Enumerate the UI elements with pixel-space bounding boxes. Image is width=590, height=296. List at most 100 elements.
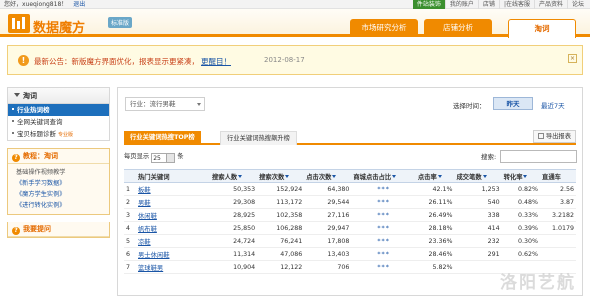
page-size: 每页显示 25 条 — [124, 152, 184, 163]
top-link-service[interactable]: |在线客服 — [498, 0, 534, 9]
help-title: ? 教程：淘词 — [8, 149, 109, 164]
col-keyword[interactable]: 热门关键词 — [136, 169, 210, 183]
table-row: 5 凉鞋 24,724 76,241 17,808 *** 23.36% 232 0.30% — [124, 234, 576, 248]
top-link-account[interactable]: 我的账户 — [444, 0, 478, 9]
announcement-text: 最新公告：新版魔方界面优化，报表显示更紧凑， 更醒目！ — [34, 56, 231, 67]
col-label: 搜索人数 — [212, 173, 238, 181]
keyword-link[interactable]: 篮球鞋男 — [138, 265, 163, 272]
col-index — [124, 169, 136, 183]
time-7days-link[interactable]: 最近7天 — [541, 100, 565, 110]
table-cell: 7 — [124, 260, 136, 274]
announcement-prefix: 最新公告： — [34, 57, 72, 66]
table-cell: 29,308 — [210, 195, 258, 209]
table-cell: 29,544 — [304, 195, 352, 209]
table-cell: 102,358 — [257, 208, 305, 222]
top-link-docs[interactable]: 产品资料 — [533, 0, 567, 9]
top-link-decorate[interactable]: 件站装饰 — [412, 0, 445, 9]
nav-tab-taoci[interactable]: 淘词 — [508, 19, 576, 38]
help-item-newbie[interactable]: 《新手学习数据》 — [16, 178, 109, 189]
logout-link[interactable]: 退出 — [73, 1, 85, 8]
table-cell: 11,314 — [210, 247, 258, 261]
close-icon[interactable]: × — [568, 54, 577, 63]
col-label: 点击次数 — [306, 173, 332, 181]
keyword-link[interactable]: 男鞋 — [138, 200, 151, 207]
table-cell: 64,380 — [304, 182, 352, 196]
table-cell: 4 — [124, 221, 136, 235]
help-item-video[interactable]: 基础操作视频教学 — [16, 167, 109, 178]
page-size-select[interactable]: 25 — [151, 153, 176, 163]
table-cell: 414 — [454, 221, 502, 235]
table-cell: 23.36% — [415, 234, 455, 248]
keyword-link[interactable]: 男士休闲鞋 — [138, 252, 169, 259]
category-select[interactable]: 行业：流行男鞋 — [125, 97, 205, 111]
export-icon — [537, 133, 544, 139]
table-cell: 106,288 — [257, 221, 305, 235]
table-cell[interactable]: 帆布鞋 — [136, 221, 210, 235]
top-link-shop[interactable]: 店铺 — [477, 0, 499, 9]
table-cell: 2 — [124, 195, 136, 209]
table-cell: 1,253 — [454, 182, 502, 196]
tab-top-keywords[interactable]: 行业关键词热搜TOP榜 — [124, 131, 201, 145]
table-cell: 28.46% — [415, 247, 455, 261]
col-ctr[interactable]: 点击率 — [415, 169, 455, 183]
table-cell: 338 — [454, 208, 502, 222]
feedback-title[interactable]: ? 我要提问 — [8, 222, 109, 237]
announcement-bar: ! 最新公告：新版魔方界面优化，报表显示更紧凑， 更醒目！ 2012-08-17 … — [7, 45, 583, 75]
sidebar-title[interactable]: 淘词 — [8, 88, 109, 104]
col-mall-click-ratio[interactable]: 商城点击占比 — [351, 169, 416, 183]
sidebar-item-keyword-query[interactable]: 全网关键词查询 — [8, 116, 109, 128]
col-search-count[interactable]: 搜索次数 — [257, 169, 305, 183]
time-label: 选择时间： — [453, 102, 486, 110]
col-label: 搜索次数 — [259, 173, 285, 181]
sort-icon — [392, 174, 397, 178]
table-row: 3 休闲鞋 28,925 102,358 27,116 *** 26.49% 338 0.33%… — [124, 208, 576, 222]
nav-tab-shop[interactable]: 店铺分析 — [424, 19, 492, 37]
table-cell: *** — [351, 195, 416, 209]
sidebar-item-hot-words[interactable]: 行业热词榜 — [8, 104, 109, 116]
keyword-link[interactable]: 凉鞋 — [138, 239, 151, 246]
table-cell: 29,947 — [304, 221, 352, 235]
sidebar-item-title-diagnosis[interactable]: 宝贝标题诊断 专业版 — [8, 128, 109, 140]
col-clicks[interactable]: 点击次数 — [304, 169, 352, 183]
keyword-link[interactable]: 板鞋 — [138, 187, 151, 194]
search-input[interactable] — [500, 150, 577, 163]
table-cell: 25,850 — [210, 221, 258, 235]
help-title-label: 教程：淘词 — [23, 152, 58, 160]
help-list: 基础操作视频教学 《新手学习数据》 《魔方学生实例》 《进行转化实例》 — [8, 164, 109, 214]
col-ztc[interactable]: 直通车 — [540, 169, 576, 183]
help-item-student[interactable]: 《魔方学生实例》 — [16, 189, 109, 200]
logo-icon[interactable] — [8, 14, 30, 33]
col-label: 转化率 — [503, 173, 523, 181]
table-cell: 26.11% — [415, 195, 455, 209]
top-link-forum[interactable]: 论坛 — [566, 0, 588, 9]
table-cell[interactable]: 板鞋 — [136, 182, 210, 196]
table-cell: 10,904 — [210, 260, 258, 274]
time-yesterday-button[interactable]: 昨天 — [493, 97, 533, 110]
logo-text[interactable]: 数据魔方 — [33, 17, 85, 36]
col-conversion[interactable]: 转化率 — [501, 169, 541, 183]
col-search-users[interactable]: 搜索人数 — [210, 169, 258, 183]
table-cell[interactable]: 篮球鞋男 — [136, 260, 210, 274]
keyword-link[interactable]: 帆布鞋 — [138, 226, 157, 233]
table-cell: 28.18% — [415, 221, 455, 235]
page-size-suffix: 条 — [177, 153, 184, 160]
keyword-link[interactable]: 休闲鞋 — [138, 213, 157, 220]
col-label: 商城点击占比 — [353, 173, 392, 181]
table-cell[interactable]: 休闲鞋 — [136, 208, 210, 222]
table-cell: 0.82% — [501, 182, 541, 196]
bullet-icon — [12, 108, 14, 110]
table-cell — [540, 247, 576, 261]
announcement-link[interactable]: 更醒目！ — [201, 57, 231, 66]
sort-icon — [332, 174, 337, 178]
table-cell[interactable]: 男鞋 — [136, 195, 210, 209]
help-item-conversion[interactable]: 《进行转化实例》 — [16, 200, 109, 211]
table-cell[interactable]: 凉鞋 — [136, 234, 210, 248]
nav-tab-market[interactable]: 市场研究分析 — [350, 19, 418, 37]
table-cell: 540 — [454, 195, 502, 209]
col-orders[interactable]: 成交笔数 — [454, 169, 502, 183]
table-cell: 42.1% — [415, 182, 455, 196]
table-cell[interactable]: 男士休闲鞋 — [136, 247, 210, 261]
export-button[interactable]: 导出报表 — [532, 130, 576, 143]
tab-rising-keywords[interactable]: 行业关键词热搜飙升榜 — [220, 131, 297, 145]
table-cell — [540, 234, 576, 248]
